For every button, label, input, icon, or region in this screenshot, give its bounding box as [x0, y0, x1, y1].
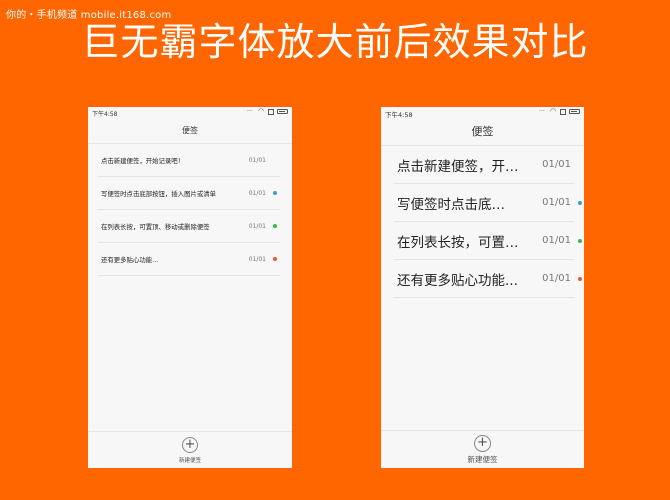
status-time: 下午4:58 — [385, 111, 413, 119]
note-date: 01/01 — [248, 189, 266, 197]
list-item[interactable]: 写便签时点击底部按钮，插入图片或清单 01/01 — [98, 177, 280, 210]
plus-icon[interactable]: + — [474, 435, 491, 452]
note-date: 01/01 — [248, 255, 266, 263]
sim-icon — [560, 108, 566, 115]
add-note-label[interactable]: 新建便签 — [381, 454, 584, 465]
battery-icon — [569, 109, 580, 114]
bottom-bar: + 新建便签 — [88, 431, 292, 468]
list-item[interactable]: 点击新建便签，开… 01/01 — [394, 146, 574, 184]
wifi-icon: ◠ — [550, 107, 557, 115]
color-dot-icon — [578, 200, 582, 205]
color-dot-icon — [578, 276, 582, 281]
color-dot-icon — [273, 191, 277, 195]
note-text: 在列表长按，可置顶、移动或删除便签 — [101, 222, 210, 231]
status-bar: 下午4:58 ··· ◠ — [381, 107, 584, 119]
list-item[interactable]: 还有更多贴心功能... 01/01 — [98, 243, 280, 276]
note-date: 01/01 — [248, 156, 266, 164]
status-bar: 下午4:58 ··· ◠ — [88, 107, 292, 119]
battery-icon — [277, 109, 288, 114]
status-time: 下午4:58 — [92, 111, 118, 118]
signal-icon: ··· — [539, 108, 545, 115]
list-item[interactable]: 在列表长按，可置… 01/01 — [394, 222, 582, 260]
status-icons: ··· ◠ — [539, 108, 580, 115]
phone-before: 下午4:58 ··· ◠ 便签 点击新建便签，开始记录吧！ 01/01 写便签时… — [88, 107, 292, 468]
note-text: 写便签时点击底… — [397, 196, 505, 213]
note-date: 01/01 — [542, 159, 571, 170]
bottom-bar: + 新建便签 — [381, 430, 584, 468]
note-text: 点击新建便签，开… — [397, 158, 519, 175]
note-date: 01/01 — [248, 222, 266, 230]
headline: 巨无霸字体放大前后效果对比 — [81, 20, 589, 64]
status-icons: ··· ◠ — [247, 108, 288, 115]
phone-after: 下午4:58 ··· ◠ 便签 点击新建便签，开… 01/01 写便签时点击底…… — [381, 107, 584, 468]
wifi-icon: ◠ — [258, 107, 265, 115]
note-date: 01/01 — [542, 235, 571, 246]
color-dot-icon — [578, 238, 582, 243]
signal-icon: ··· — [247, 108, 253, 115]
note-text: 还有更多贴心功能... — [397, 272, 518, 289]
note-text: 写便签时点击底部按钮，插入图片或清单 — [101, 189, 217, 198]
sim-icon — [268, 108, 274, 115]
note-date: 01/01 — [542, 273, 571, 284]
add-note-label[interactable]: 新建便签 — [88, 456, 292, 464]
color-dot-icon — [273, 257, 277, 261]
note-date: 01/01 — [542, 197, 571, 208]
list-item[interactable]: 在列表长按，可置顶、移动或删除便签 01/01 — [98, 210, 280, 243]
notes-list: 点击新建便签，开始记录吧！ 01/01 写便签时点击底部按钮，插入图片或清单 0… — [88, 144, 292, 276]
page-title: 便签 — [88, 119, 292, 144]
note-text: 点击新建便签，开始记录吧！ — [101, 156, 185, 165]
plus-icon[interactable]: + — [182, 437, 198, 453]
color-dot-icon — [273, 224, 277, 228]
list-item[interactable]: 还有更多贴心功能... 01/01 — [394, 260, 582, 298]
note-text: 在列表长按，可置… — [397, 234, 519, 251]
list-item[interactable]: 点击新建便签，开始记录吧！ 01/01 — [98, 144, 280, 177]
list-item[interactable]: 写便签时点击底… 01/01 — [394, 184, 582, 222]
page-title: 便签 — [381, 119, 584, 146]
notes-list: 点击新建便签，开… 01/01 写便签时点击底… 01/01 在列表长按，可置…… — [381, 146, 584, 298]
note-text: 还有更多贴心功能... — [101, 255, 159, 264]
